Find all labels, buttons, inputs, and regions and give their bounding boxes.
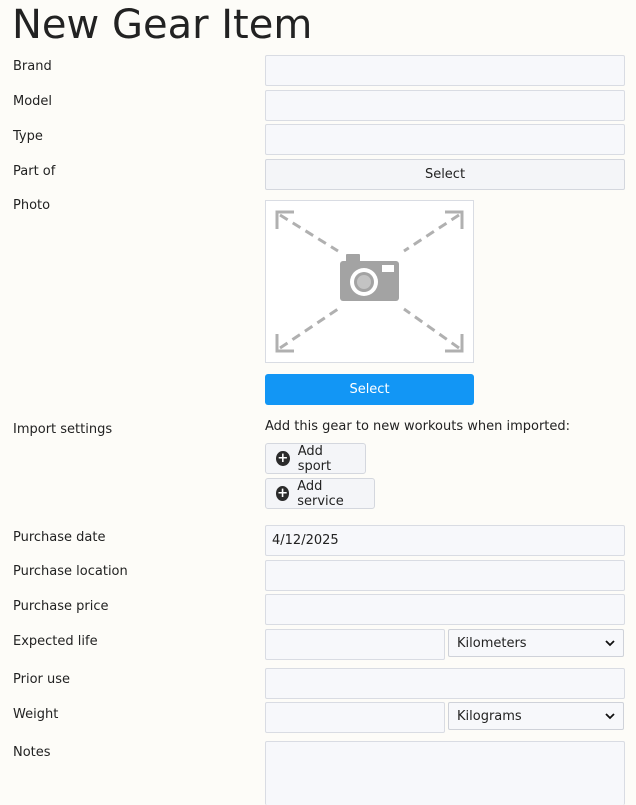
prior-use-input[interactable] [265,668,625,699]
type-label: Type [13,129,43,144]
photo-select-button[interactable]: Select [265,374,474,405]
notes-label: Notes [13,745,51,760]
add-sport-button[interactable]: + Add sport [265,443,366,474]
expected-life-unit-value: Kilometers [457,635,527,651]
weight-unit-value: Kilograms [457,708,522,724]
weight-label: Weight [13,707,59,722]
weight-input[interactable] [265,702,445,733]
weight-unit-select[interactable]: Kilograms [448,702,624,730]
expected-life-unit-select[interactable]: Kilometers [448,629,624,657]
purchase-date-input[interactable]: 4/12/2025 [265,525,625,556]
part-of-label: Part of [13,164,56,179]
type-input[interactable] [265,124,625,155]
purchase-location-label: Purchase location [13,564,128,579]
add-service-button[interactable]: + Add service [265,478,375,509]
add-sport-label: Add sport [297,443,332,474]
page-title: New Gear Item [12,2,313,48]
plus-circle-icon: + [276,486,290,501]
part-of-select-button[interactable]: Select [265,159,625,190]
model-input[interactable] [265,90,625,121]
expected-life-input[interactable] [265,629,445,660]
purchase-price-input[interactable] [265,594,625,625]
add-service-label: Add service [297,478,344,509]
prior-use-label: Prior use [13,672,71,687]
chevron-down-icon [605,639,615,646]
brand-label: Brand [13,59,52,74]
brand-input[interactable] [265,55,625,86]
import-settings-label: Import settings [13,422,113,437]
photo-preview [265,200,474,363]
purchase-date-label: Purchase date [13,530,106,545]
model-label: Model [13,94,53,109]
plus-circle-icon: + [276,451,290,466]
import-settings-help: Add this gear to new workouts when impor… [265,419,571,434]
purchase-location-input[interactable] [265,560,625,591]
expected-life-label: Expected life [13,634,98,649]
purchase-price-label: Purchase price [13,599,109,614]
notes-textarea[interactable] [265,741,625,805]
camera-placeholder-icon [275,210,464,353]
photo-label: Photo [13,198,51,213]
chevron-down-icon [605,712,615,719]
